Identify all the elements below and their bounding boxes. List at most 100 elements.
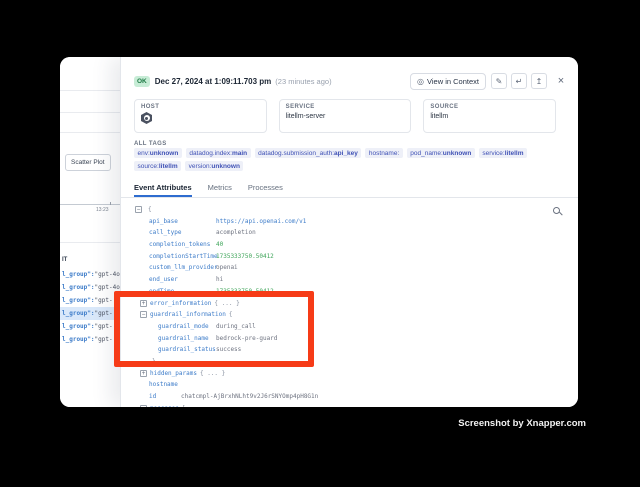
attribute-key: messages [150,405,179,407]
tag-pill[interactable]: datadog.index:main [186,148,251,158]
group-value: "gpt- [95,297,113,304]
card-label: HOST [141,104,260,110]
close-icon: × [558,75,564,87]
tab-processes[interactable]: Processes [248,179,283,197]
tag-pill[interactable]: pod_name:unknown [407,148,475,158]
tab-event-attributes[interactable]: Event Attributes [134,179,192,197]
attribute-value: chatcmpl-AjBrxhNLht9v2J6rSNYOmp4pH8G1n [181,391,318,403]
attribute-value: acompletion [216,227,256,239]
group-row[interactable]: l_group":"gpt- [60,320,120,333]
tab-bar: Event Attributes Metrics Processes [121,179,578,198]
service-card[interactable]: SERVICE litellm-server [279,99,412,133]
source-card[interactable]: SOURCE litellm [423,99,556,133]
group-row[interactable]: l_group":"gpt- [60,294,120,307]
group-value: "gpt- [95,336,113,343]
tag-pill[interactable]: version:unknown [185,161,243,171]
related-logs-button[interactable]: ↵ [511,73,527,89]
group-key: l_group": [62,336,95,343]
tag-key: source: [138,163,159,170]
divider [60,242,120,243]
screenshot-frame: Scatter Plot 13:23 IT l_group":"gpt-4ol_… [0,0,640,487]
attribute-row: id chatcmpl-AjBrxhNLht9v2J6rSNYOmp4pH8G1n [134,391,548,403]
attribute-row[interactable]: −{ [134,204,548,216]
edit-button[interactable]: ✎ [491,73,507,89]
tag-pill[interactable]: env:unknown [134,148,182,158]
attribute-value: 40 [216,239,223,251]
axis-tick-mark [110,202,111,205]
group-key: l_group": [62,284,95,291]
attribute-row: call_type acompletion [134,227,548,239]
crosshair-icon: ◎ [417,77,424,86]
group-row-list: l_group":"gpt-4ol_group":"gpt-4ol_group"… [60,268,120,346]
tag-value: main [232,150,247,157]
all-tags-label: ALL TAGS [134,141,167,147]
group-value: "gpt-4o [95,271,120,278]
group-key: l_group": [62,323,95,330]
event-timestamp: Dec 27, 2024 at 1:09:11.703 pm [155,77,272,86]
export-icon: ↥ [536,77,543,86]
group-row[interactable]: l_group":"gpt- [60,307,120,320]
export-button[interactable]: ↥ [531,73,547,89]
expand-icon[interactable]: + [140,370,147,377]
group-row[interactable]: l_group":"gpt- [60,333,120,346]
view-in-context-button[interactable]: ◎ View in Context [410,73,486,90]
pencil-icon: ✎ [496,77,503,86]
attribute-key: call_type [149,229,182,236]
tag-value: unknown [443,150,472,157]
host-card[interactable]: HOST [134,99,267,133]
relative-time: (23 minutes ago) [275,77,331,86]
attribute-key: custom_llm_provider [149,264,218,271]
tag-pill[interactable]: hostname: [365,148,402,158]
attribute-value: hi [216,274,223,286]
annotation-rectangle [114,291,314,367]
attribute-row: end_user hi [134,274,548,286]
collapse-icon[interactable]: − [135,206,142,213]
tag-value: api_key [334,150,358,157]
attribute-value: openai [216,262,238,274]
attribute-punct: [ [182,405,186,407]
tab-metrics[interactable]: Metrics [208,179,232,197]
service-value: litellm-server [286,113,405,120]
tag-key: service: [482,150,504,157]
attribute-key: id [149,393,156,400]
attribute-row: api_basehttps://api.openai.com/v1 [134,216,548,228]
tag-value: litellm [159,163,178,170]
attribute-row: completion_tokens40 [134,239,548,251]
view-in-context-label: View in Context [427,77,479,86]
tag-value: unknown [211,163,240,170]
group-value: "gpt- [95,310,113,317]
attribute-key: hidden_params [150,370,197,377]
tag-value: litellm [505,150,524,157]
background-page: Scatter Plot 13:23 IT l_group":"gpt-4ol_… [60,57,120,407]
tag-pill[interactable]: source:litellm [134,161,181,171]
card-label: SOURCE [430,104,549,110]
source-value: litellm [430,113,549,120]
group-row[interactable]: l_group":"gpt-4o [60,268,120,281]
attribute-row: completionStartTime1735333750.50412 [134,251,548,263]
watermark: Screenshot by Xnapper.com [458,418,586,429]
collapse-icon[interactable]: − [140,405,147,407]
tag-key: pod_name: [410,150,443,157]
attribute-row: custom_llm_provideropenai [134,262,548,274]
attribute-punct: { ... } [200,370,225,377]
attribute-row[interactable]: +hidden_params{ ... } [134,368,548,380]
tag-key: datadog.index: [189,150,232,157]
status-badge: OK [134,76,150,87]
close-button[interactable]: × [554,73,568,89]
scatter-plot-button[interactable]: Scatter Plot [65,154,111,171]
card-label: SERVICE [286,104,405,110]
tag-value: unknown [150,150,179,157]
attribute-row[interactable]: −messages[ [134,403,548,407]
attribute-punct: { [148,206,152,213]
tag-pill[interactable]: service:litellm [479,148,527,158]
tag-key: env: [138,150,150,157]
group-value: "gpt- [95,323,113,330]
attribute-key: end_user [149,276,178,283]
divider [60,90,120,91]
divider [60,112,120,113]
tag-key: datadog.submission_auth: [258,150,334,157]
tags-list: env:unknowndatadog.index:maindatadog.sub… [134,148,574,171]
group-row[interactable]: l_group":"gpt-4o [60,281,120,294]
search-icon[interactable] [553,207,562,216]
tag-pill[interactable]: datadog.submission_auth:api_key [255,148,362,158]
